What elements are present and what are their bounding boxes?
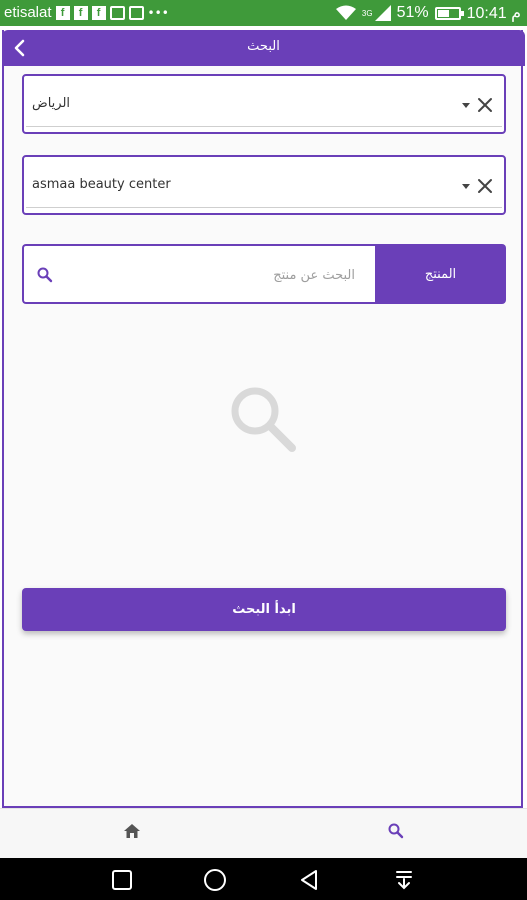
network-type: 3G bbox=[361, 8, 373, 18]
notification-icon bbox=[109, 5, 125, 20]
bottom-nav bbox=[0, 808, 527, 858]
clear-icon[interactable] bbox=[476, 177, 494, 195]
app-header: البحث bbox=[2, 30, 525, 66]
square-icon bbox=[112, 870, 132, 890]
triangle-back-icon bbox=[301, 870, 317, 890]
page-title: البحث bbox=[247, 39, 280, 54]
notification-pull-button[interactable] bbox=[392, 868, 416, 892]
product-button[interactable]: المنتج bbox=[375, 244, 506, 304]
wifi-icon bbox=[335, 5, 356, 20]
facebook-notification-icon: f bbox=[73, 5, 88, 20]
product-search-box bbox=[22, 244, 375, 304]
field-underline bbox=[26, 126, 502, 127]
clear-icon[interactable] bbox=[476, 96, 494, 114]
carrier-name: etisalat bbox=[4, 4, 52, 21]
city-select-value: الرياض bbox=[32, 96, 71, 111]
circle-icon bbox=[204, 869, 226, 891]
status-bar: etisalat f f f ••• 3G 51% 10:41 م bbox=[0, 0, 527, 26]
clock: 10:41 م bbox=[466, 5, 521, 22]
dropdown-arrow-icon[interactable] bbox=[462, 184, 470, 189]
more-notifications-icon: ••• bbox=[147, 5, 169, 20]
nav-item-home[interactable] bbox=[120, 819, 144, 843]
center-select-value: asmaa beauty center bbox=[32, 177, 171, 192]
recent-apps-button[interactable] bbox=[110, 868, 134, 892]
search-icon[interactable] bbox=[36, 266, 54, 284]
nav-item-search[interactable] bbox=[384, 819, 408, 843]
search-icon bbox=[388, 823, 404, 839]
home-icon bbox=[124, 824, 140, 838]
start-search-button[interactable]: ابدأ البحث bbox=[22, 588, 506, 631]
home-system-button[interactable] bbox=[203, 868, 227, 892]
battery-icon bbox=[434, 6, 464, 20]
product-search-input[interactable] bbox=[64, 262, 357, 288]
center-select[interactable]: asmaa beauty center bbox=[22, 155, 506, 215]
search-icon bbox=[231, 387, 296, 452]
dropdown-arrow-icon[interactable] bbox=[462, 103, 470, 108]
field-underline bbox=[26, 207, 502, 208]
back-system-button[interactable] bbox=[297, 868, 321, 892]
facebook-notification-icon: f bbox=[55, 5, 70, 20]
signal-icon bbox=[374, 5, 391, 21]
pull-down-icon bbox=[396, 871, 412, 890]
image-notification-icon bbox=[128, 5, 144, 20]
battery-percent: 51% bbox=[396, 4, 429, 21]
system-nav-bar bbox=[0, 858, 527, 900]
city-select[interactable]: الرياض bbox=[22, 74, 506, 134]
facebook-notification-icon: f bbox=[91, 5, 106, 20]
